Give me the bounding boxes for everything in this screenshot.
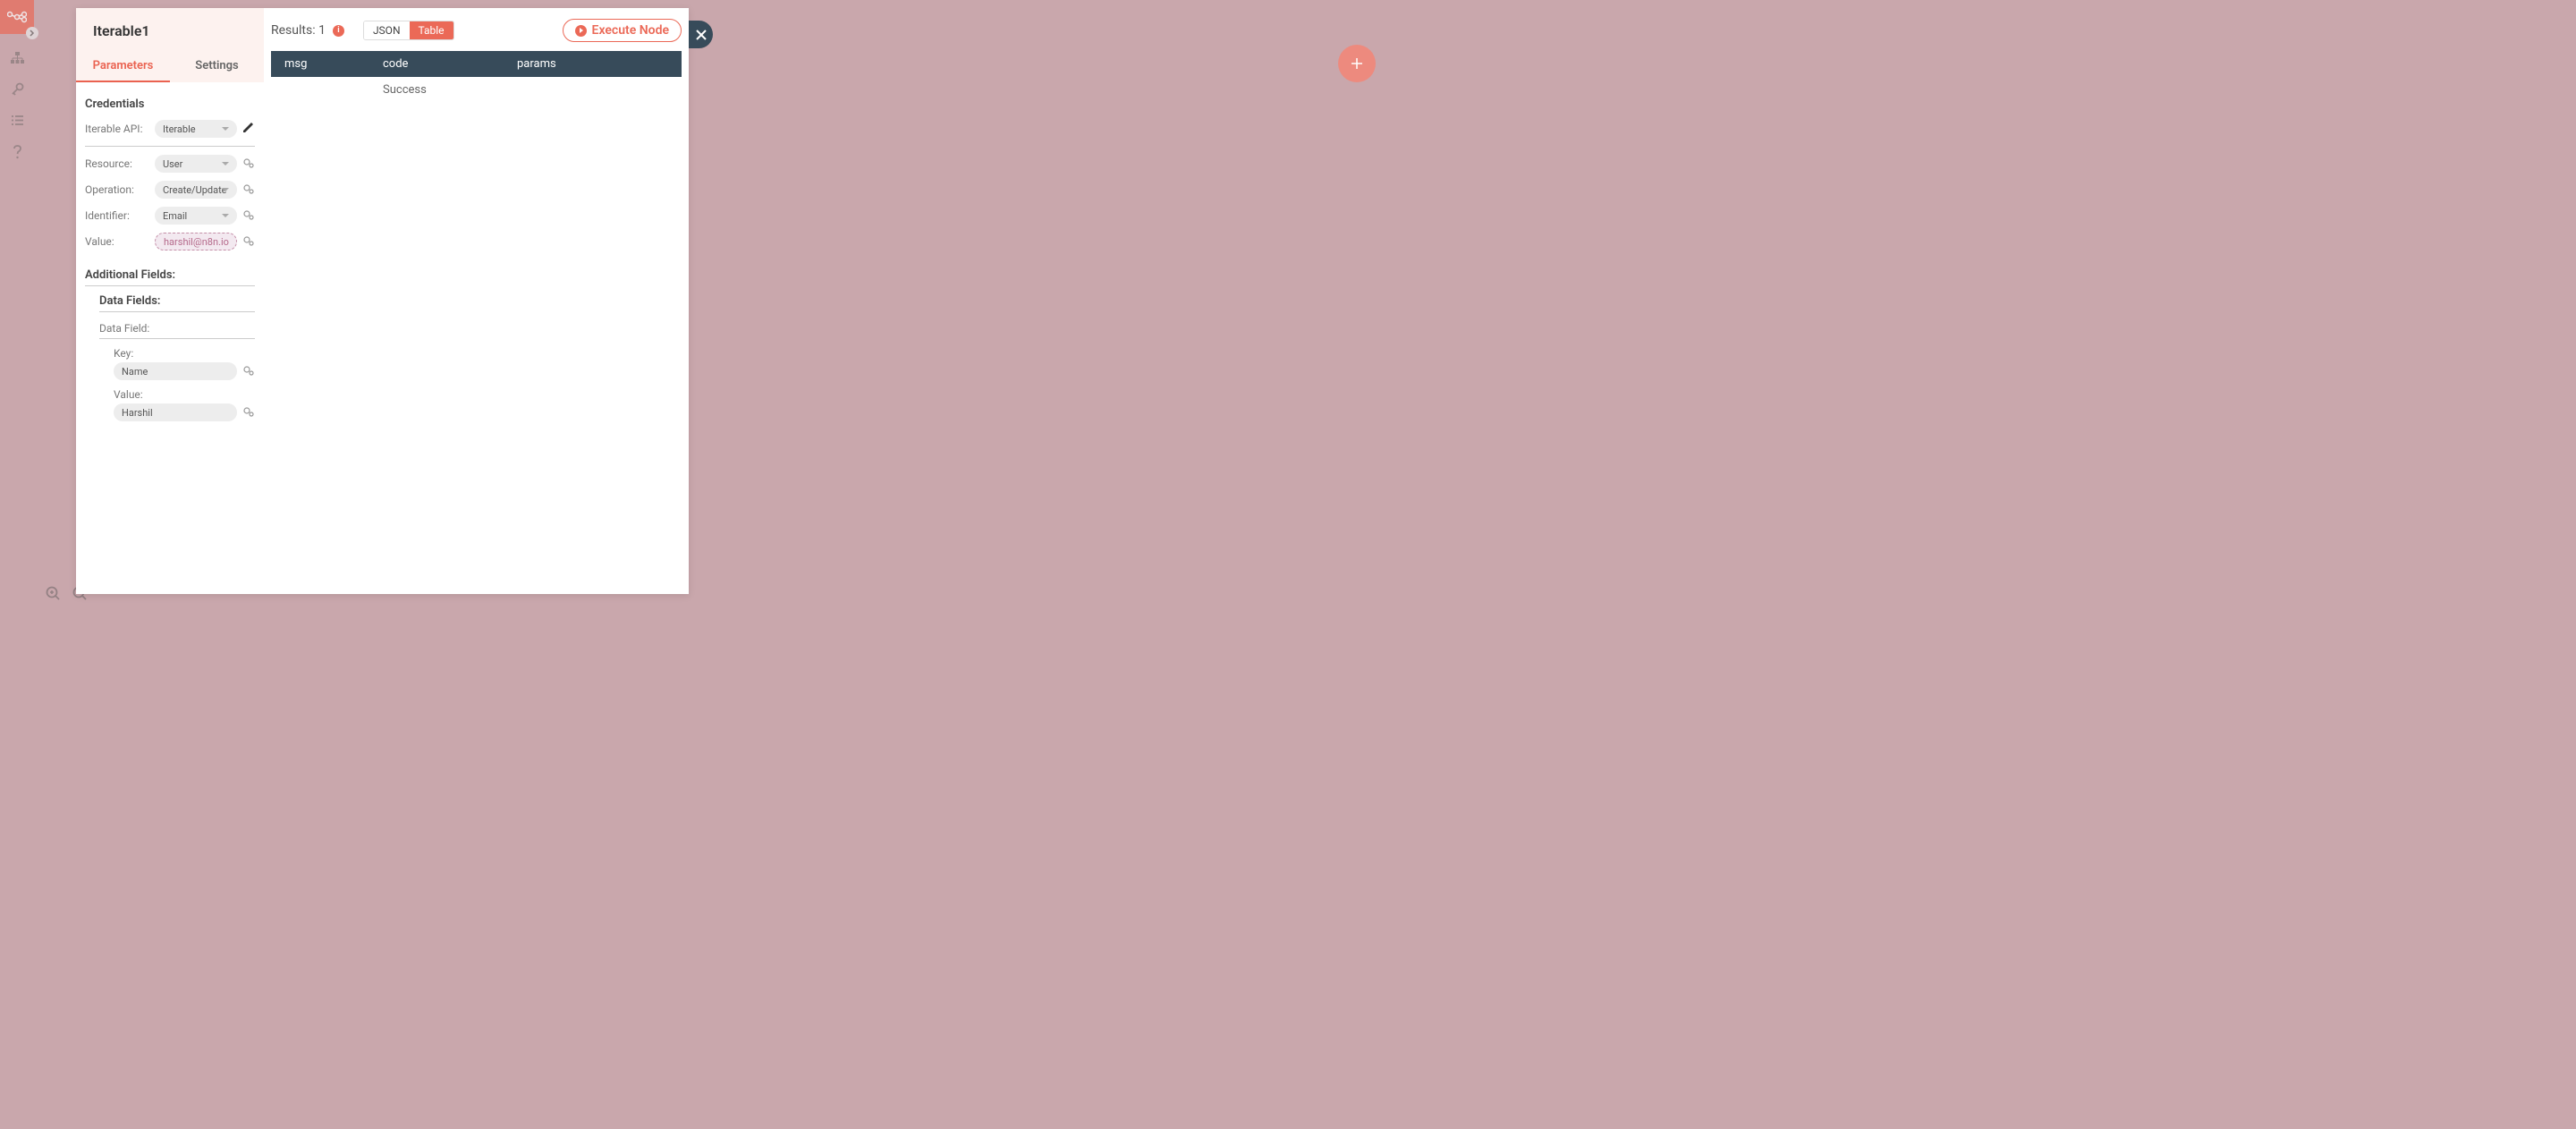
edit-credential-button[interactable]	[242, 123, 255, 135]
gears-icon	[242, 209, 255, 220]
sidebar-item-help[interactable]	[0, 136, 34, 167]
app-sidebar	[0, 0, 34, 615]
node-title: Iterable1	[76, 21, 264, 52]
results-bar: Results: 1 i JSON Table Execute Node	[271, 19, 682, 42]
tab-parameters[interactable]: Parameters	[76, 52, 170, 82]
chevron-right-icon	[30, 30, 35, 37]
sidebar-item-credentials[interactable]	[0, 73, 34, 105]
zoom-in-icon	[46, 586, 61, 601]
node-tabs: Parameters Settings	[76, 52, 264, 82]
col-header-msg: msg	[271, 57, 383, 71]
param-options-key[interactable]	[242, 365, 255, 378]
close-icon	[695, 29, 708, 41]
df-value-label: Value:	[114, 388, 255, 401]
app-logo	[0, 0, 34, 34]
execute-node-label: Execute Node	[592, 23, 669, 38]
close-modal-button[interactable]	[689, 21, 713, 48]
gears-icon	[242, 157, 255, 168]
param-label-identifier: Identifier:	[85, 209, 149, 222]
divider	[99, 311, 255, 312]
param-row-identifier: Identifier: Email	[85, 207, 255, 225]
list-icon	[11, 115, 24, 126]
sidebar-item-workflows[interactable]	[0, 42, 34, 73]
results-table-row: Success	[271, 77, 682, 103]
param-label-operation: Operation:	[85, 183, 149, 196]
view-toggle-json[interactable]: JSON	[364, 21, 410, 39]
results-table: msg code params Success	[271, 51, 682, 103]
node-editor-modal: Iterable1 Parameters Settings Credential…	[76, 8, 689, 594]
sitemap-icon	[10, 51, 25, 64]
plus-icon	[1350, 56, 1364, 71]
tab-settings[interactable]: Settings	[170, 52, 264, 82]
pencil-icon	[242, 123, 253, 133]
gears-icon	[242, 183, 255, 194]
node-header: Iterable1 Parameters Settings	[76, 8, 264, 82]
question-icon	[13, 145, 22, 159]
param-label-resource: Resource:	[85, 157, 149, 170]
gears-icon	[242, 406, 255, 417]
divider	[85, 285, 255, 286]
param-row-iterable-api: Iterable API: Iterable	[85, 120, 255, 138]
input-df-value[interactable]: Harshil	[114, 403, 237, 421]
col-header-code: code	[383, 57, 517, 71]
params-body: Credentials Iterable API: Iterable Resou…	[76, 82, 264, 594]
node-results-panel: Results: 1 i JSON Table Execute Node msg…	[264, 8, 689, 594]
param-options-operation[interactable]	[242, 183, 255, 196]
execute-node-button[interactable]: Execute Node	[563, 19, 682, 42]
gears-icon	[242, 365, 255, 376]
param-label-value: Value:	[85, 235, 149, 248]
section-data-fields-label: Data Fields:	[99, 294, 255, 308]
param-label-iterable-api: Iterable API:	[85, 123, 149, 135]
play-icon	[575, 25, 587, 37]
data-fields-section: Data Fields: Data Field: Key: Name Value…	[85, 294, 255, 421]
results-info-icon[interactable]: i	[333, 25, 344, 37]
select-identifier[interactable]: Email	[155, 207, 237, 225]
cell-params	[517, 83, 682, 97]
select-operation[interactable]: Create/Update	[155, 181, 237, 199]
sidebar-collapse-button[interactable]	[26, 27, 38, 39]
param-options-df-value[interactable]	[242, 406, 255, 419]
col-header-params: params	[517, 57, 682, 71]
section-credentials-label: Credentials	[85, 98, 255, 111]
results-count: Results: 1	[271, 23, 326, 38]
sidebar-item-executions[interactable]	[0, 105, 34, 136]
param-options-identifier[interactable]	[242, 209, 255, 222]
node-parameters-panel: Iterable1 Parameters Settings Credential…	[76, 8, 264, 594]
divider	[85, 146, 255, 147]
credential-select-iterable-api[interactable]: Iterable	[155, 120, 237, 138]
key-icon	[11, 82, 24, 96]
param-row-df-value: Harshil	[114, 403, 255, 421]
data-field-item: Key: Name Value: Harshil	[99, 347, 255, 421]
results-view-toggle: JSON Table	[363, 21, 454, 40]
zoom-in-button[interactable]	[41, 581, 65, 606]
results-table-header: msg code params	[271, 51, 682, 77]
input-value-expression[interactable]: harshil@n8n.io	[155, 233, 237, 250]
param-options-value[interactable]	[242, 235, 255, 248]
param-row-operation: Operation: Create/Update	[85, 181, 255, 199]
param-row-resource: Resource: User	[85, 155, 255, 173]
param-row-key: Name	[114, 362, 255, 380]
add-node-button[interactable]	[1338, 45, 1376, 82]
input-key[interactable]: Name	[114, 362, 237, 380]
view-toggle-table[interactable]: Table	[410, 21, 453, 39]
gears-icon	[242, 235, 255, 246]
section-additional-fields-label: Additional Fields:	[85, 268, 255, 282]
select-resource[interactable]: User	[155, 155, 237, 173]
cell-msg	[271, 83, 383, 97]
data-field-label: Data Field:	[99, 322, 255, 335]
key-label: Key:	[114, 347, 255, 360]
param-options-resource[interactable]	[242, 157, 255, 170]
divider	[99, 338, 255, 339]
param-row-value: Value: harshil@n8n.io	[85, 233, 255, 250]
cell-code: Success	[383, 83, 517, 97]
n8n-logo-icon	[7, 11, 27, 23]
